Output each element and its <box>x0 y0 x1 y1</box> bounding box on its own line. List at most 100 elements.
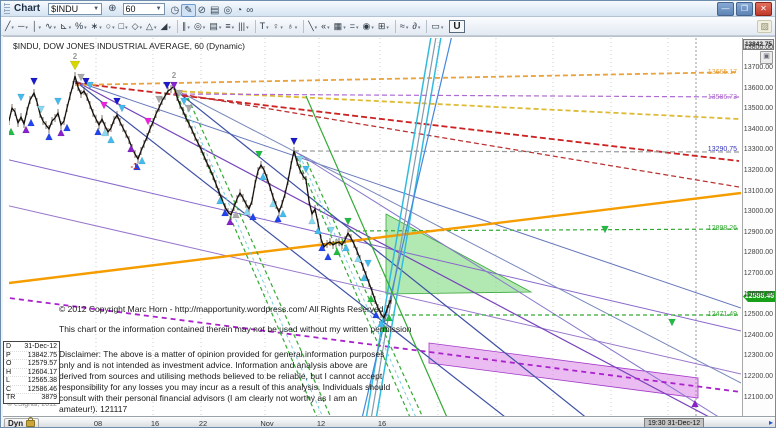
time-axis-label: 16 <box>150 419 160 428</box>
price-axis-label: 12100.00 <box>743 393 773 401</box>
dyn-button[interactable]: Dyn <box>4 417 40 428</box>
data-window-row: C 12586.46 <box>4 385 59 394</box>
erase-icon[interactable]: ⊘ <box>196 5 208 16</box>
wave-count-label: -1 <box>130 162 138 171</box>
price-axis-label: 13700.00 <box>743 64 773 72</box>
trendline-price-label: 13665.17 <box>708 69 737 76</box>
toolbar-divider <box>426 19 428 33</box>
wave-count-label: 2 <box>73 52 78 61</box>
data-window-row: H 12604.17 <box>4 368 59 377</box>
panel-icon[interactable]: ▨ <box>757 19 772 33</box>
tool-fib-retracement[interactable]: % ▾ <box>74 21 88 31</box>
price-axis-label: 12700.00 <box>743 269 773 277</box>
interval-clock-icon[interactable]: ◷ <box>169 5 182 16</box>
signal-marker <box>163 81 171 90</box>
price-axis-label: 13800.00 <box>743 43 773 51</box>
signal-marker <box>138 156 146 165</box>
tool-grid[interactable]: ▦ ▾ <box>333 21 347 32</box>
minimize-button[interactable]: — <box>717 1 734 16</box>
price-axis-label: 12200.00 <box>743 372 773 380</box>
signal-marker <box>324 252 332 261</box>
tool-pointer-link[interactable]: ∂ ▾ <box>411 21 421 31</box>
price-axis-label: 12600.00 <box>743 290 773 298</box>
tool-fib-fan[interactable]: ∗ ▾ <box>90 21 103 32</box>
trendline-overlay <box>173 92 740 188</box>
signal-marker <box>364 259 372 268</box>
time-axis-label: 16 <box>377 419 387 428</box>
chevron-down-icon[interactable]: ▼ <box>93 6 99 12</box>
signal-marker <box>342 243 350 252</box>
signal-marker <box>27 118 35 127</box>
tool-brush[interactable]: ◢ ▾ <box>159 21 171 32</box>
target-icon[interactable]: ◎ <box>221 5 234 16</box>
toolbar-divider <box>176 19 178 33</box>
restore-button[interactable]: ❐ <box>736 1 753 16</box>
lock-icon <box>26 417 36 427</box>
title-bar: Chart $INDU ▼ ⊕ 60 ▼ ◷ ✎ ⊘ ▤ ◎ ◔ ∞ — ❐ ✕ <box>1 1 775 17</box>
tool-rectangle[interactable]: □ ▾ <box>118 21 129 31</box>
u-tool-button[interactable]: U <box>449 19 465 33</box>
snapshot-icon[interactable]: ▣ <box>760 51 773 64</box>
tool-text[interactable]: T ▾ <box>259 21 270 31</box>
signal-marker <box>185 104 193 113</box>
tool-trendline[interactable]: ╱ ▾ <box>4 21 15 32</box>
signal-marker <box>107 135 115 144</box>
tool-levels[interactable]: ≡ ▾ <box>224 21 235 31</box>
time-axis-label: 12 <box>316 419 326 428</box>
price-axis-label: 12900.00 <box>743 228 773 236</box>
tool-parallel-channel[interactable]: ∥ ▾ <box>181 21 191 32</box>
price-axis-label: 13300.00 <box>743 146 773 154</box>
price-axis-label: 13200.00 <box>743 167 773 175</box>
chevron-down-icon[interactable]: ▼ <box>156 6 162 12</box>
tool-rhombus[interactable]: ◇ ▾ <box>131 21 143 32</box>
tool-regression[interactable]: ╲ ▾ <box>307 21 318 32</box>
note-window-icon[interactable]: ▤ <box>208 5 221 16</box>
tool-triangle[interactable]: △ ▾ <box>145 21 157 32</box>
time-tool-icon[interactable]: ◔ <box>234 5 244 16</box>
signal-marker <box>22 125 30 134</box>
signal-marker <box>9 127 15 136</box>
tool-angle[interactable]: ⊾ ▾ <box>59 21 72 32</box>
close-button[interactable]: ✕ <box>755 1 772 16</box>
tool-bullseye[interactable]: ◎ ▾ <box>193 21 206 32</box>
tool-eye[interactable]: ◉ ▾ <box>361 21 374 32</box>
window-title: Chart <box>14 3 41 14</box>
cursor-time-label: 19:30 31-Dec-12 <box>644 418 705 427</box>
tool-anchor[interactable]: ♁ ▾ <box>286 21 298 31</box>
drawing-toolbar: ╱ ▾ ─ ▾ │ ▾ ∿ ▾ ⊾ ▾% ▾ ∗ ▾ ○ ▾ □ ▾ ◇ ▾ △ ▾ ◢ ▾ ∥ ▾ ◎ ▾ ▤ ▾ ≡ ▾ ||| ▾ T ▾ ♀ ▾… <box>1 17 775 36</box>
tool-vertical-line[interactable]: │ ▾ <box>31 21 42 31</box>
tool-zigzag[interactable]: ∿ ▾ <box>44 21 57 32</box>
price-axis-label: 13600.00 <box>743 84 773 92</box>
tool-equal-levels[interactable]: = ▾ <box>349 21 360 31</box>
time-axis-label: Nov <box>260 419 274 428</box>
tool-pin[interactable]: ♀ ▾ <box>272 21 284 31</box>
tool-ellipse[interactable]: ○ ▾ <box>105 21 116 31</box>
dyn-label: Dyn <box>8 419 24 428</box>
scroll-right-icon[interactable]: ▸ <box>769 418 773 427</box>
signal-marker <box>279 209 287 218</box>
tool-grid-box[interactable]: ▤ ▾ <box>208 21 222 32</box>
signal-marker <box>94 127 102 136</box>
tool-gann-box[interactable]: ⊞ ▾ <box>377 21 390 32</box>
signal-marker <box>314 226 322 235</box>
interval-input[interactable]: 60 ▼ <box>122 2 165 15</box>
price-axis-label: 12300.00 <box>743 352 773 360</box>
tool-arrows[interactable]: «▾ <box>320 21 331 31</box>
time-axis-bar[interactable]: Dyn 08 16 22 Nov 12 16 19:30 31-Dec-12 ▸ <box>3 416 775 428</box>
trendline-overlay <box>173 88 741 384</box>
symbol-input[interactable]: $INDU ▼ <box>48 2 103 15</box>
symbol-lookup-icon[interactable]: ⊕ <box>106 3 118 15</box>
price-axis[interactable]: 13842.75 ▣ 12586.46 13800.00 13700.00 1360… <box>742 38 775 416</box>
price-axis-label: 13100.00 <box>743 187 773 195</box>
link-icon[interactable]: ∞ <box>244 5 255 16</box>
signal-marker <box>127 144 135 153</box>
window-grip[interactable] <box>4 3 10 14</box>
signal-marker <box>69 60 81 71</box>
tool-note[interactable]: ▭ ▾ <box>430 21 444 32</box>
drawing-tools: ╱ ▾ ─ ▾ │ ▾ ∿ ▾ ⊾ ▾% ▾ ∗ ▾ ○ ▾ □ ▾ ◇ ▾ △ ▾ ◢ ▾ ∥ ▾ ◎ ▾ ▤ ▾ ≡ ▾ ||| ▾ T ▾ ♀ ▾… <box>4 19 446 33</box>
tool-horizontal-line[interactable]: ─ ▾ <box>17 21 29 31</box>
draw-pencil-icon[interactable]: ✎ <box>181 3 196 17</box>
tool-volume-bars[interactable]: ||| ▾ <box>237 21 250 31</box>
price-axis-label: 12400.00 <box>743 331 773 339</box>
tool-wave[interactable]: ≈ ▾ <box>399 21 409 31</box>
